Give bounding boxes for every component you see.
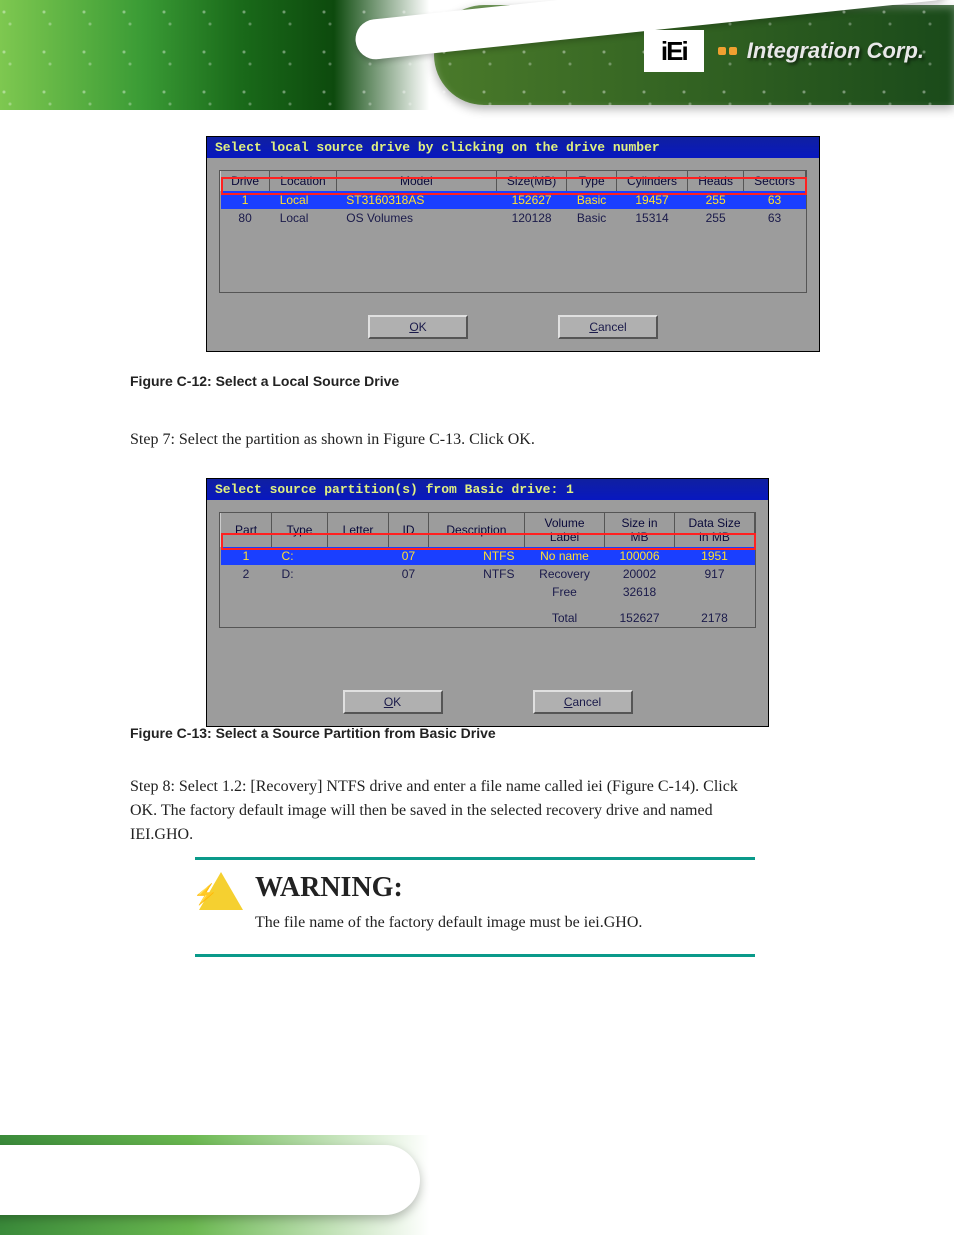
partition-table: Part Type Letter ID Description Volume L… bbox=[220, 513, 755, 627]
ok-button[interactable]: OKOK bbox=[343, 690, 443, 714]
step-8-text: Step 8: Select 1.2: [Recovery] NTFS driv… bbox=[130, 775, 750, 847]
cell-sectors: 63 bbox=[744, 209, 806, 227]
cell-location: Local bbox=[270, 191, 337, 209]
col-id: ID bbox=[389, 513, 429, 547]
logo-accent-dots bbox=[718, 47, 737, 55]
cell-model: OS Volumes bbox=[336, 209, 496, 227]
cell-desc: NTFS bbox=[428, 565, 524, 583]
cell-location: Local bbox=[270, 209, 337, 227]
page-bottom-banner bbox=[0, 1135, 954, 1235]
cell-letter bbox=[327, 565, 388, 583]
cell-psize: 20002 bbox=[605, 565, 675, 583]
cancel-button[interactable]: CancelCancel bbox=[533, 690, 633, 714]
bottom-swoosh bbox=[0, 1145, 420, 1215]
warning-icon: ⚡ bbox=[199, 872, 243, 910]
cell-data: 1951 bbox=[675, 547, 755, 565]
free-size: 32618 bbox=[605, 583, 675, 601]
figure-caption-2: Figure C-13: Select a Source Partition f… bbox=[130, 725, 496, 741]
cell-drive: 1 bbox=[221, 191, 270, 209]
drive-row-selected[interactable]: 1 Local ST3160318AS 152627 Basic 19457 2… bbox=[221, 191, 806, 209]
col-psize: Size in MB bbox=[605, 513, 675, 547]
step-7-text: Step 7: Select the partition as shown in… bbox=[130, 428, 750, 452]
col-sectors: Sectors bbox=[744, 171, 806, 191]
cancel-button[interactable]: CancelCancel bbox=[558, 315, 658, 339]
cell-heads: 255 bbox=[688, 191, 744, 209]
cell-ptype: D: bbox=[272, 565, 328, 583]
cell-label: Recovery bbox=[525, 565, 605, 583]
partition-row[interactable]: 2 D: 07 NTFS Recovery 20002 917 bbox=[221, 565, 755, 583]
free-label: Free bbox=[525, 583, 605, 601]
col-part: Part bbox=[221, 513, 272, 547]
cell-letter bbox=[327, 547, 388, 565]
warning-divider-bottom bbox=[195, 954, 755, 957]
dialog-select-source-partition: Select source partition(s) from Basic dr… bbox=[206, 478, 769, 727]
cell-cyl: 15314 bbox=[616, 209, 687, 227]
total-size: 152627 bbox=[605, 601, 675, 627]
cell-ptype: C: bbox=[272, 547, 328, 565]
dialog-select-source-drive: Select local source drive by clicking on… bbox=[206, 136, 820, 352]
col-type: Type bbox=[567, 171, 617, 191]
cell-model: ST3160318AS bbox=[336, 191, 496, 209]
cell-sectors: 63 bbox=[744, 191, 806, 209]
cell-id: 07 bbox=[389, 547, 429, 565]
cell-cyl: 19457 bbox=[616, 191, 687, 209]
drive-table-empty-area bbox=[220, 227, 806, 292]
cell-drive: 80 bbox=[221, 209, 270, 227]
col-desc: Description bbox=[428, 513, 524, 547]
warning-text: The file name of the factory default ima… bbox=[255, 910, 642, 936]
cell-size: 152627 bbox=[496, 191, 567, 209]
dialog2-spacer bbox=[207, 640, 768, 680]
cell-part: 2 bbox=[221, 565, 272, 583]
ok-button[interactable]: OOKK bbox=[368, 315, 468, 339]
warning-block: ⚡ WARNING: The file name of the factory … bbox=[195, 857, 755, 957]
col-ptype: Type bbox=[272, 513, 328, 547]
total-data: 2178 bbox=[675, 601, 755, 627]
cell-label: No name bbox=[525, 547, 605, 565]
partition-total-row: Total 152627 2178 bbox=[221, 601, 755, 627]
total-label: Total bbox=[525, 601, 605, 627]
cell-desc: NTFS bbox=[428, 547, 524, 565]
partition-table-wrap: Part Type Letter ID Description Volume L… bbox=[219, 512, 756, 628]
cell-data: 917 bbox=[675, 565, 755, 583]
col-letter: Letter bbox=[327, 513, 388, 547]
col-label: Volume Label bbox=[525, 513, 605, 547]
logo-mark: iEi bbox=[644, 30, 704, 72]
drive-row[interactable]: 80 Local OS Volumes 120128 Basic 15314 2… bbox=[221, 209, 806, 227]
cell-size: 120128 bbox=[496, 209, 567, 227]
cell-id: 07 bbox=[389, 565, 429, 583]
col-model: Model bbox=[336, 171, 496, 191]
dialog1-title: Select local source drive by clicking on… bbox=[207, 137, 819, 158]
brand-logo: iEi Integration Corp. bbox=[644, 30, 924, 72]
cell-part: 1 bbox=[221, 547, 272, 565]
drive-table-wrap: Drive Location Model Size(MB) Type Cylin… bbox=[219, 170, 807, 293]
dialog2-button-row: OKOK CancelCancel bbox=[207, 680, 768, 726]
dialog2-title: Select source partition(s) from Basic dr… bbox=[207, 479, 768, 500]
partition-table-header-row: Part Type Letter ID Description Volume L… bbox=[221, 513, 755, 547]
logo-text: Integration Corp. bbox=[747, 38, 924, 64]
col-drive: Drive bbox=[221, 171, 270, 191]
col-size: Size(MB) bbox=[496, 171, 567, 191]
partition-row-selected[interactable]: 1 C: 07 NTFS No name 100006 1951 bbox=[221, 547, 755, 565]
drive-table: Drive Location Model Size(MB) Type Cylin… bbox=[220, 171, 806, 227]
cell-type: Basic bbox=[567, 209, 617, 227]
cell-type: Basic bbox=[567, 191, 617, 209]
warning-title: WARNING: bbox=[255, 872, 642, 904]
drive-table-header-row: Drive Location Model Size(MB) Type Cylin… bbox=[221, 171, 806, 191]
col-cylinders: Cylinders bbox=[616, 171, 687, 191]
col-data: Data Size in MB bbox=[675, 513, 755, 547]
cell-psize: 100006 bbox=[605, 547, 675, 565]
partition-free-row: Free 32618 bbox=[221, 583, 755, 601]
cell-heads: 255 bbox=[688, 209, 744, 227]
dialog1-button-row: OOKK CancelCancel bbox=[207, 305, 819, 351]
col-heads: Heads bbox=[688, 171, 744, 191]
figure-caption-1: Figure C-12: Select a Local Source Drive bbox=[130, 373, 399, 389]
col-location: Location bbox=[270, 171, 337, 191]
